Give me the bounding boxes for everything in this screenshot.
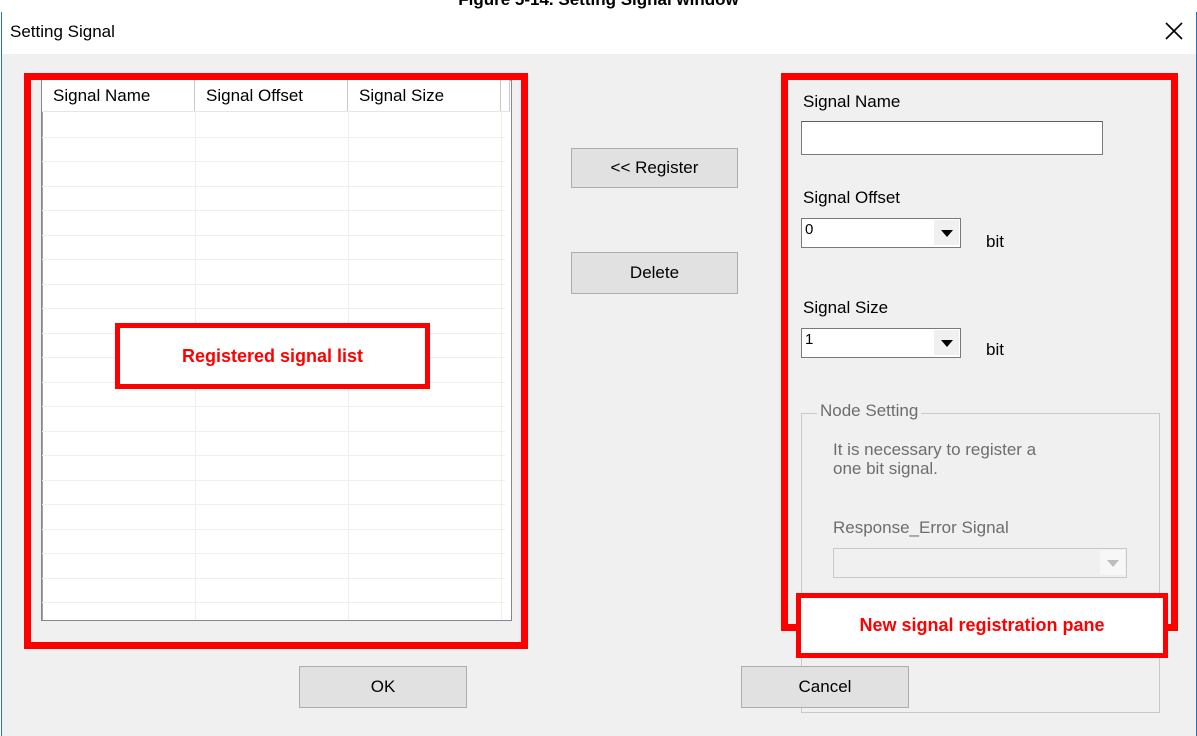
window-title: Setting Signal [10,22,115,41]
close-button[interactable] [1152,12,1196,54]
title-bar: Setting Signal [2,12,1196,54]
delete-button[interactable]: Delete [571,252,738,294]
registration-pane-annotation: New signal registration pane [796,593,1168,658]
signal-list-annotation: Registered signal list [115,323,430,389]
register-button[interactable]: << Register [571,148,738,188]
cancel-button[interactable]: Cancel [741,666,909,708]
registration-pane-highlight [781,73,1178,631]
close-icon [1164,21,1184,46]
ok-button[interactable]: OK [299,666,467,708]
